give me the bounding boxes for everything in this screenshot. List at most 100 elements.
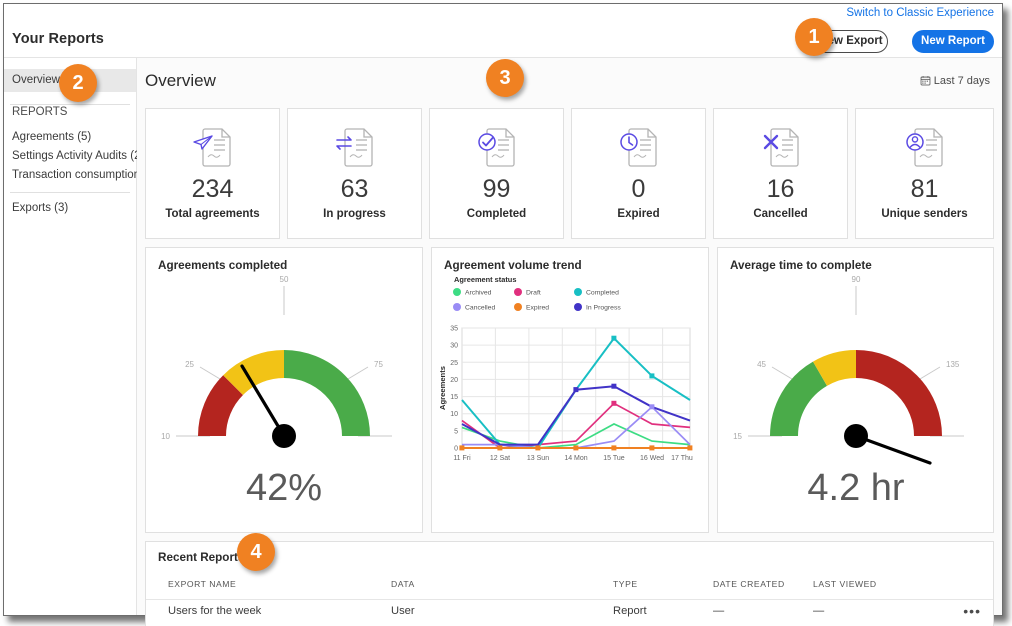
- gauge-tick-label: 25: [185, 360, 194, 369]
- table-row[interactable]: Users for the week User Report — — •••: [146, 599, 993, 626]
- cancelled-document-icon: [757, 125, 805, 174]
- calendar-icon: [920, 76, 931, 86]
- kpi-value: 234: [191, 175, 234, 203]
- y-tick-label: 35: [450, 326, 458, 333]
- y-tick-label: 15: [450, 394, 458, 401]
- legend-label: Completed: [586, 290, 619, 297]
- y-tick-label: 5: [454, 428, 458, 435]
- gauge-tick-label: 45: [757, 360, 766, 369]
- legend-swatch: [514, 303, 522, 311]
- callout-badge-4: 4: [237, 533, 275, 571]
- kpi-value: 63: [340, 175, 369, 203]
- widget-agreements-completed: Agreements completed 50 25 75 10 42%: [145, 247, 423, 533]
- legend-label: In Progress: [586, 305, 621, 312]
- completed-document-icon: [473, 125, 521, 174]
- gauge-value-label: 42%: [246, 467, 322, 509]
- kpi-caption: Cancelled: [753, 208, 808, 220]
- x-tick-label: 13 Sun: [527, 455, 549, 462]
- page-title: Your Reports: [12, 31, 104, 47]
- y-tick-label: 10: [450, 411, 458, 418]
- y-tick-label: 25: [450, 360, 458, 367]
- switch-to-classic-link[interactable]: Switch to Classic Experience: [846, 7, 994, 19]
- kpi-card-in-progress[interactable]: 63 In progress: [287, 108, 422, 239]
- legend-label: Archived: [465, 290, 492, 297]
- x-tick-label: 15 Tue: [603, 455, 625, 462]
- legend-title: Agreement status: [454, 275, 516, 284]
- legend-swatch: [453, 303, 461, 311]
- column-header-type: TYPE: [613, 579, 638, 589]
- y-tick-label: 20: [450, 377, 458, 384]
- gauge-tick-label: 10: [161, 432, 170, 441]
- legend-label: Draft: [526, 290, 541, 297]
- sidebar-divider-2: [10, 192, 130, 193]
- date-range-label: Last 7 days: [933, 75, 990, 87]
- callout-badge-2: 2: [59, 64, 97, 102]
- gauge-tick-label: 135: [946, 360, 960, 369]
- kpi-card-row: 234 Total agreements 63 In progress 99 C…: [145, 108, 994, 239]
- kpi-card-completed[interactable]: 99 Completed: [429, 108, 564, 239]
- expired-document-icon: [615, 125, 663, 174]
- cell-export-name: Users for the week: [168, 605, 262, 617]
- gauge-tick-label: 50: [280, 275, 289, 284]
- cell-data: User: [391, 605, 415, 617]
- top-header-bar: Your Reports Switch to Classic Experienc…: [4, 4, 1002, 58]
- kpi-card-cancelled[interactable]: 16 Cancelled: [713, 108, 848, 239]
- y-tick-label: 30: [450, 343, 458, 350]
- kpi-caption: Unique senders: [881, 208, 968, 220]
- column-header-data: DATA: [391, 579, 415, 589]
- widget-average-time-to-complete: Average time to complete 90 45 135 15 4.…: [717, 247, 994, 533]
- send-document-icon: [189, 125, 237, 174]
- kpi-value: 16: [766, 175, 795, 203]
- date-range-filter[interactable]: Last 7 days: [920, 75, 990, 87]
- column-header-export-name: EXPORT NAME: [168, 579, 237, 589]
- sidebar-item-exports[interactable]: Exports (3): [12, 202, 68, 214]
- x-tick-label: 16 Wed: [640, 455, 664, 462]
- gauge-tick-label: 90: [852, 275, 861, 284]
- kpi-caption: Expired: [617, 208, 660, 220]
- recent-reports-title: Recent Reports: [158, 551, 245, 564]
- legend-swatch: [574, 288, 582, 296]
- column-header-last-viewed: LAST VIEWED: [813, 579, 877, 589]
- in-progress-document-icon: [331, 125, 379, 174]
- overview-heading: Overview: [145, 71, 216, 90]
- line-chart-agreement-volume: Agreement status Archived Draft Complete…: [438, 275, 693, 462]
- column-header-date-created: DATE CREATED: [713, 579, 785, 589]
- x-tick-label: 11 Fri: [453, 455, 471, 462]
- sidebar-item-settings-activity-audits[interactable]: Settings Activity Audits (2): [12, 150, 144, 162]
- sidebar-item-agreements[interactable]: Agreements (5): [12, 131, 91, 143]
- gauge-average-time-to-complete: 90 45 135 15 4.2 hr: [718, 268, 993, 523]
- gauge-value-label: 4.2 hr: [807, 467, 905, 509]
- cell-date-created: —: [713, 605, 725, 617]
- y-tick-label: 0: [454, 446, 458, 453]
- sidebar-divider-1: [10, 104, 130, 105]
- sidebar-item-overview-label: Overview: [12, 74, 60, 86]
- sidebar-section-title-reports: REPORTS: [12, 106, 68, 118]
- sidebar: Overview REPORTS Agreements (5) Settings…: [4, 58, 157, 615]
- legend-swatch: [514, 288, 522, 296]
- new-report-button[interactable]: New Report: [912, 30, 994, 53]
- sidebar-item-transaction-consumption[interactable]: Transaction consumption (3): [12, 169, 157, 181]
- y-axis-title: Agreements: [438, 366, 447, 410]
- x-tick-label: 14 Mon: [564, 455, 587, 462]
- kpi-caption: Completed: [466, 208, 527, 220]
- legend-swatch: [453, 288, 461, 296]
- kpi-card-expired[interactable]: 0 Expired: [571, 108, 706, 239]
- x-tick-label: 12 Sat: [490, 455, 510, 462]
- kpi-value: 81: [910, 175, 939, 203]
- sender-document-icon: [901, 125, 949, 174]
- callout-badge-1: 1: [795, 18, 833, 56]
- legend-swatch: [574, 303, 582, 311]
- cell-type: Report: [613, 605, 647, 617]
- gauge-agreements-completed: 50 25 75 10 42%: [146, 268, 422, 523]
- x-tick-label: 17 Thu: [671, 455, 693, 462]
- main-content: Overview Last 7 days 234 Total agreement…: [137, 58, 1002, 626]
- kpi-value: 99: [482, 175, 511, 203]
- screenshot-root: Your Reports Switch to Classic Experienc…: [0, 0, 1012, 626]
- kpi-card-unique-senders[interactable]: 81 Unique senders: [855, 108, 994, 239]
- kpi-card-total-agreements[interactable]: 234 Total agreements: [145, 108, 280, 239]
- kpi-caption: Total agreements: [165, 208, 260, 220]
- legend-label: Cancelled: [465, 305, 495, 312]
- row-overflow-menu-icon[interactable]: •••: [963, 603, 981, 619]
- widget-agreement-volume-trend: Agreement volume trend Agreement status …: [431, 247, 709, 533]
- recent-reports-header-row: EXPORT NAME DATA TYPE DATE CREATED LAST …: [146, 575, 993, 600]
